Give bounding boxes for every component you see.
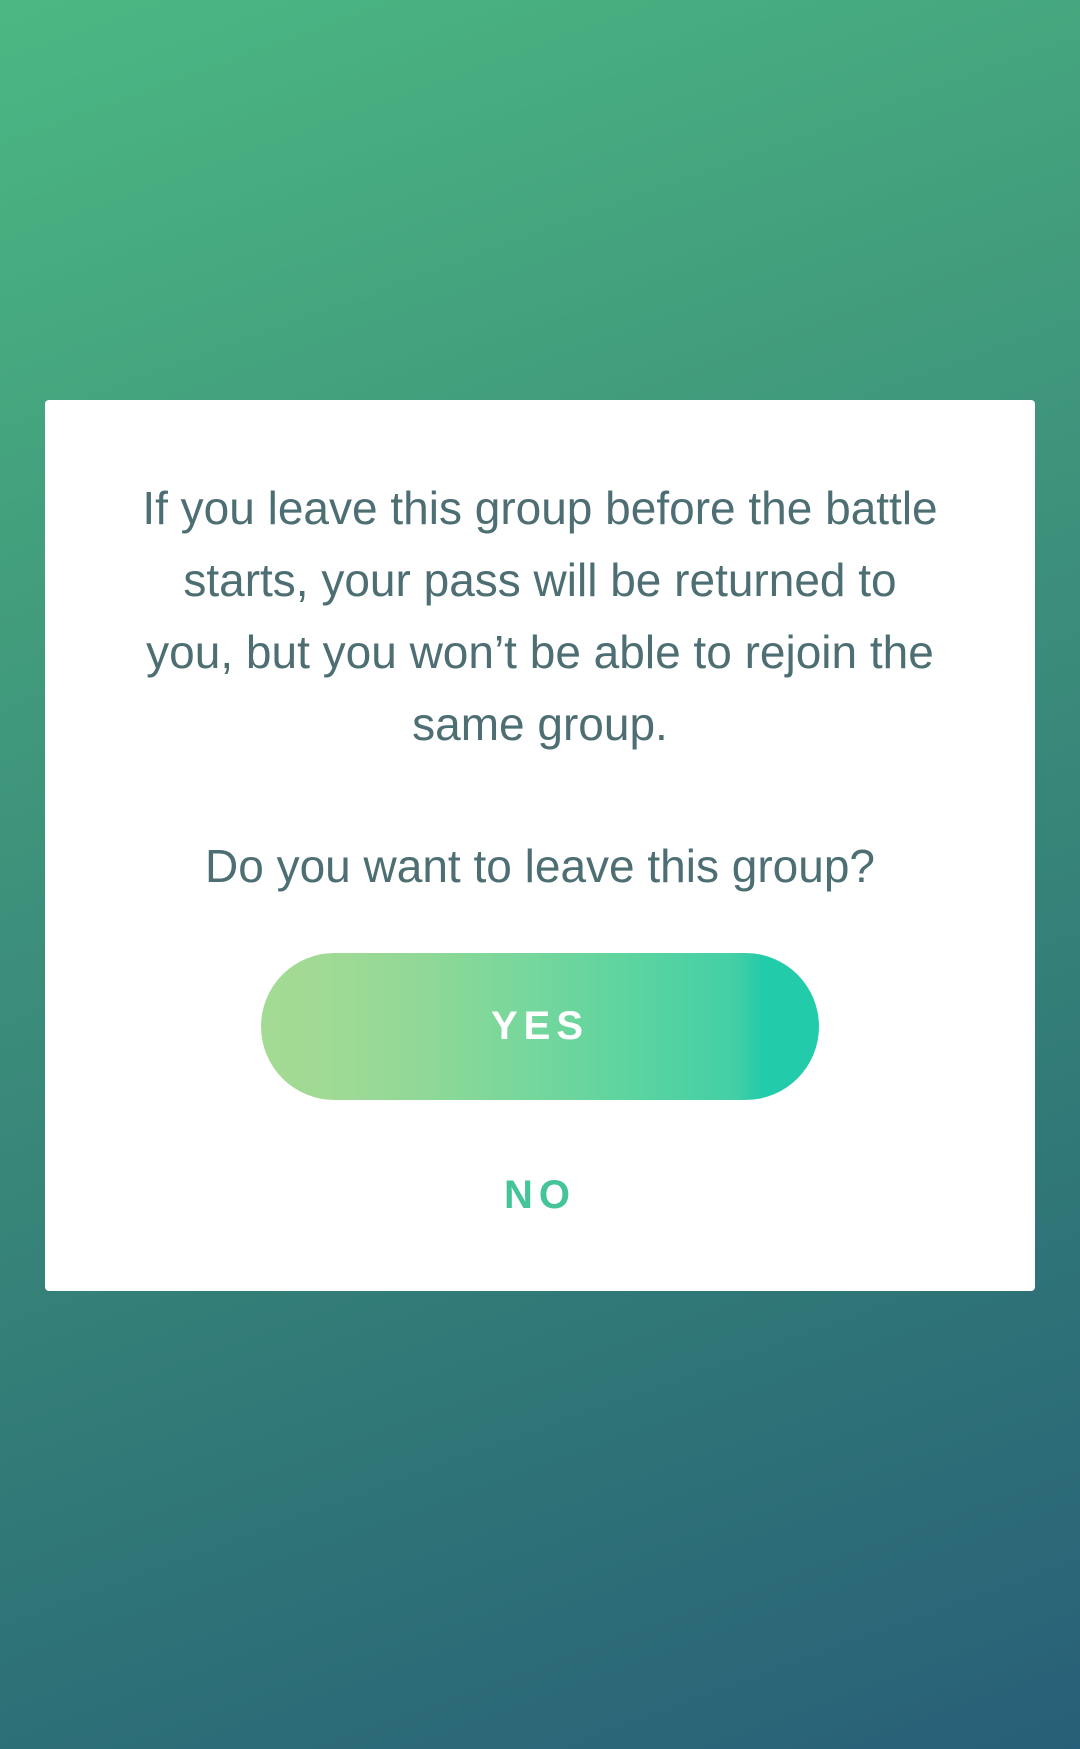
leave-group-dialog: If you leave this group before the battl…	[45, 400, 1035, 1291]
yes-button[interactable]: YES	[261, 953, 819, 1100]
dialog-question: Do you want to leave this group?	[205, 840, 875, 892]
dialog-message: If you leave this group before the battl…	[142, 482, 938, 750]
no-button[interactable]: NO	[440, 1150, 640, 1240]
